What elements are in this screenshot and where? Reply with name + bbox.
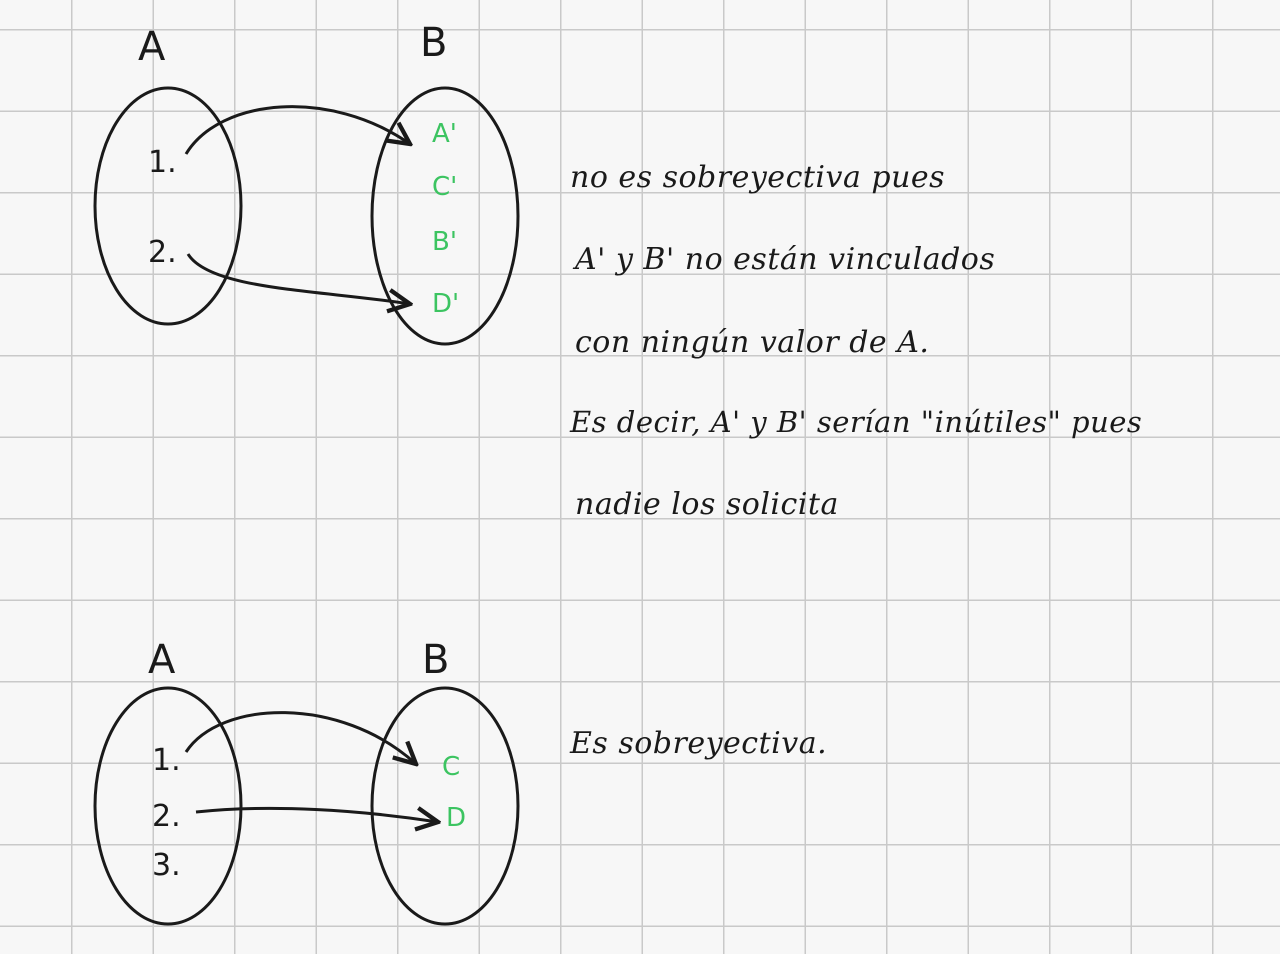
codomain-element-d-prime: D' bbox=[432, 289, 459, 319]
codomain-element-b-prime: B' bbox=[432, 227, 457, 257]
domain-element-3: 3. bbox=[152, 848, 181, 883]
note-line-5: nadie los solicita bbox=[575, 487, 839, 522]
mapping-arrow-1-to-c bbox=[184, 711, 416, 764]
mapping-arrow-2-to-d bbox=[195, 808, 438, 822]
note-line-3: con ningún valor de A. bbox=[575, 325, 930, 360]
diagram-1: A B 1. 2. A' C' B' D' bbox=[93, 20, 520, 346]
diagram-canvas: A B 1. 2. A' C' B' D' A B 1. 2. 3. C D bbox=[93, 20, 520, 926]
note-line-1: no es sobreyectiva pues bbox=[570, 160, 946, 195]
note-line-2: A' y B' no están vinculados bbox=[575, 242, 996, 277]
diagram-2: A B 1. 2. 3. C D bbox=[93, 637, 520, 926]
set-b-label: B bbox=[420, 20, 447, 66]
note-line-4: Es decir, A' y B' serían "inútiles" pues bbox=[570, 405, 1143, 439]
codomain-element-c-prime: C' bbox=[432, 172, 457, 202]
mapping-arrow-1-to-a-prime bbox=[184, 105, 410, 155]
codomain-element-d: D bbox=[446, 803, 466, 833]
codomain-element-c: C bbox=[442, 752, 460, 782]
note-surjective: Es sobreyectiva. bbox=[570, 726, 828, 761]
set-a-label: A bbox=[138, 24, 166, 70]
domain-element-1: 1. bbox=[152, 743, 181, 778]
set-b-ellipse bbox=[370, 686, 520, 926]
domain-element-2: 2. bbox=[148, 235, 177, 270]
set-a-label: A bbox=[148, 637, 176, 683]
set-b-label: B bbox=[422, 637, 449, 683]
domain-element-2: 2. bbox=[152, 799, 181, 834]
codomain-element-a-prime: A' bbox=[432, 119, 457, 149]
domain-element-1: 1. bbox=[148, 145, 177, 180]
